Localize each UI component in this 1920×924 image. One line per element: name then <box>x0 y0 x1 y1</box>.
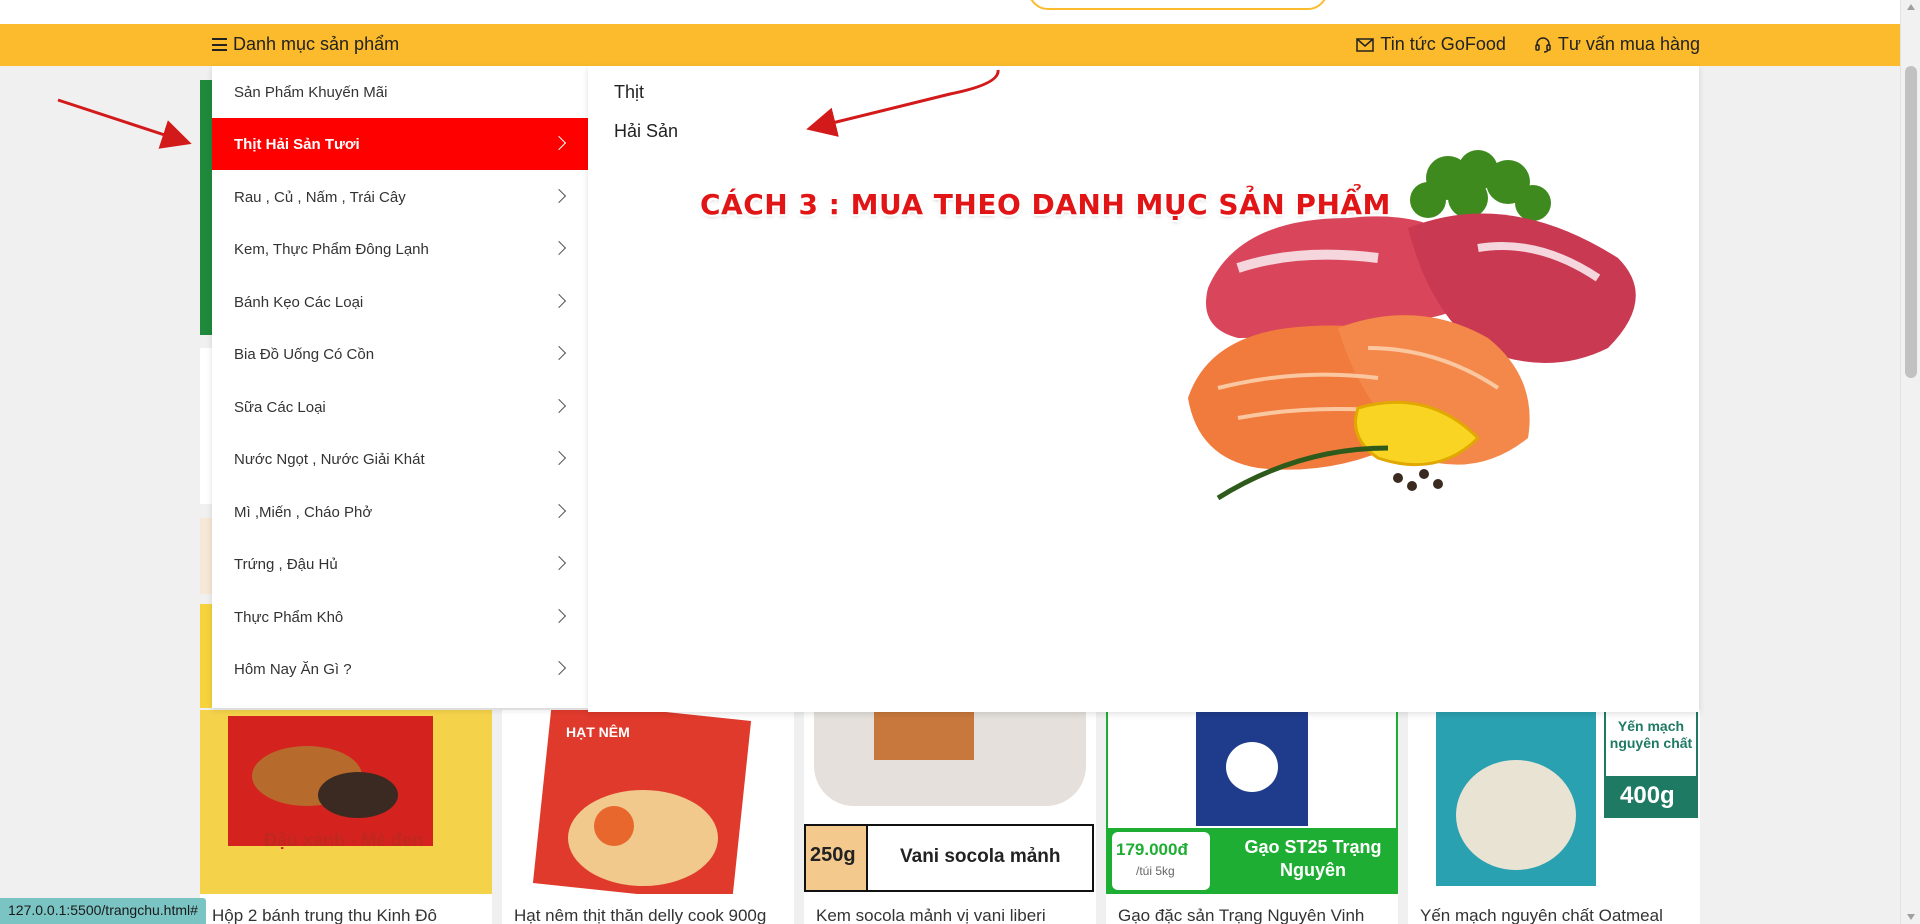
scrollbar-thumb[interactable] <box>1905 66 1917 378</box>
background-card <box>200 604 212 708</box>
page-scrollbar[interactable] <box>1900 0 1920 924</box>
news-link-label: Tin tức GoFood <box>1380 34 1506 54</box>
search-box[interactable] <box>1028 0 1328 10</box>
chevron-right-icon <box>551 450 567 466</box>
product-card[interactable]: HẠT NÊM Hạt nêm thịt thăn delly cook 900… <box>502 710 794 924</box>
support-link[interactable]: Tư vấn mua hàng <box>1534 34 1700 55</box>
category-item-eggs-tofu[interactable]: Trứng , Đậu Hủ <box>212 538 588 590</box>
chevron-right-icon <box>551 398 567 414</box>
category-bar: Danh mục sản phẩm Tin tức GoFood Tư vấn … <box>0 24 1900 66</box>
envelope-icon <box>1356 37 1375 52</box>
product-image: Yến mạch nguyên chất 400g <box>1408 710 1700 894</box>
chevron-right-icon <box>551 188 567 204</box>
header-links: Tin tức GoFood Tư vấn mua hàng <box>1356 34 1700 55</box>
product-card[interactable]: Đậu xanh - Mè đen Hộp 2 bánh trung thu K… <box>200 710 492 924</box>
submenu-panel: Thịt Hải Sản CÁCH 3 : MUA THEO DANH MỤC … <box>588 66 1699 712</box>
category-item-label: Trứng , Đậu Hủ <box>234 555 338 573</box>
category-item-noodles[interactable]: Mì ,Miến , Cháo Phở <box>212 486 588 538</box>
product-image-caption: HẠT NÊM <box>566 724 630 740</box>
banner-edge <box>200 80 212 335</box>
category-item-label: Thịt Hải Sản Tươi <box>234 135 360 153</box>
peppercorns <box>1393 469 1443 491</box>
category-item-milk[interactable]: Sữa Các Loại <box>212 381 588 433</box>
category-item-label: Thực Phẩm Khô <box>234 608 344 626</box>
category-item-frozen[interactable]: Kem, Thực Phẩm Đông Lạnh <box>212 223 588 275</box>
chevron-right-icon <box>551 660 567 676</box>
product-title: Yến mạch nguyên chất Oatmeal <box>1420 906 1663 924</box>
chevron-right-icon <box>551 555 567 571</box>
category-item-alcohol[interactable]: Bia Đồ Uống Có Cồn <box>212 328 588 380</box>
category-menu: Sản Phẩm Khuyến Mãi Thịt Hải Sản Tươi Ra… <box>212 66 588 708</box>
product-title: Hộp 2 bánh trung thu Kinh Đô <box>212 906 437 924</box>
product-image-caption: Đậu xanh - Mè đen <box>264 830 424 850</box>
headset-icon <box>1535 36 1551 53</box>
product-image: Đậu xanh - Mè đen <box>200 710 492 894</box>
category-item-soft-drinks[interactable]: Nước Ngọt , Nước Giải Khát <box>212 433 588 485</box>
background-card <box>200 348 212 504</box>
product-image-caption: Gạo ST25 Trạng Nguyên <box>1244 837 1382 880</box>
category-item-label: Kem, Thực Phẩm Đông Lạnh <box>234 240 429 258</box>
chevron-right-icon <box>551 135 567 151</box>
category-item-meat-seafood[interactable]: Thịt Hải Sản Tươi <box>212 118 588 170</box>
product-title: Hạt nêm thịt thăn delly cook 900g <box>514 906 767 924</box>
chevron-right-icon <box>551 608 567 624</box>
product-image-price: 179.000đ <box>1116 840 1188 859</box>
category-item-label: Rau , Củ , Nấm , Trái Cây <box>234 188 406 206</box>
product-image-caption: Vani socola mảnh <box>900 846 1061 867</box>
category-item-dry-food[interactable]: Thực Phẩm Khô <box>212 591 588 643</box>
scroll-up-icon[interactable] <box>1907 4 1915 10</box>
category-item-label: Bánh Kẹo Các Loại <box>234 293 364 311</box>
category-item-label: Sữa Các Loại <box>234 398 326 416</box>
submenu-item-seafood[interactable]: Hải Sản <box>614 121 678 142</box>
product-title: Kem socola mảnh vị vani liberi <box>816 906 1046 924</box>
arrow-to-category <box>57 98 192 149</box>
top-header <box>0 0 1900 24</box>
product-image-caption: Yến mạch nguyên chất <box>1609 718 1693 751</box>
product-card[interactable]: 179.000đ /túi 5kg Gạo ST25 Trạng Nguyên … <box>1106 710 1398 924</box>
chevron-right-icon <box>551 345 567 361</box>
category-item-whats-for-dinner[interactable]: Hôm Nay Ăn Gì ? <box>212 643 588 695</box>
hamburger-icon <box>212 38 227 51</box>
category-item-label: Sản Phẩm Khuyến Mãi <box>234 83 388 101</box>
product-image-weight: 400g <box>1620 782 1675 809</box>
product-image: HẠT NÊM <box>502 710 794 894</box>
status-bar-url: 127.0.0.1:5500/trangchu.html# <box>0 898 206 924</box>
product-image: 250g Vani socola mảnh <box>804 710 1096 894</box>
chevron-right-icon <box>551 240 567 256</box>
product-image: 179.000đ /túi 5kg Gạo ST25 Trạng Nguyên <box>1106 710 1398 894</box>
scroll-down-icon[interactable] <box>1907 914 1915 920</box>
category-item-vegetables-fruits[interactable]: Rau , Củ , Nấm , Trái Cây <box>212 171 588 223</box>
background-card <box>200 518 212 594</box>
submenu-item-meat[interactable]: Thịt <box>614 82 644 103</box>
category-item-promotions[interactable]: Sản Phẩm Khuyến Mãi <box>212 66 588 118</box>
category-item-label: Mì ,Miến , Cháo Phở <box>234 503 373 521</box>
page: Danh mục sản phẩm Tin tức GoFood Tư vấn … <box>0 0 1920 924</box>
category-toggle-button[interactable]: Danh mục sản phẩm <box>212 34 399 55</box>
product-image-weight: 250g <box>810 844 856 866</box>
category-item-snacks[interactable]: Bánh Kẹo Các Loại <box>212 276 588 328</box>
product-image-unit: /túi 5kg <box>1136 864 1175 878</box>
support-link-label: Tư vấn mua hàng <box>1557 34 1700 54</box>
category-item-label: Bia Đồ Uống Có Cồn <box>234 345 375 363</box>
chevron-right-icon <box>551 293 567 309</box>
category-item-label: Hôm Nay Ăn Gì ? <box>234 660 352 678</box>
parsley <box>1410 150 1551 221</box>
category-item-label: Nước Ngọt , Nước Giải Khát <box>234 450 425 468</box>
category-toggle-label: Danh mục sản phẩm <box>233 34 400 54</box>
news-link[interactable]: Tin tức GoFood <box>1356 34 1506 55</box>
product-card[interactable]: Yến mạch nguyên chất 400g Yến mạch nguyê… <box>1408 710 1700 924</box>
product-card[interactable]: 250g Vani socola mảnh Kem socola mảnh vị… <box>804 710 1096 924</box>
chevron-right-icon <box>551 503 567 519</box>
product-title: Gạo đặc sản Trạng Nguyên Vinh <box>1118 906 1365 924</box>
meat-seafood-image <box>1188 150 1636 501</box>
